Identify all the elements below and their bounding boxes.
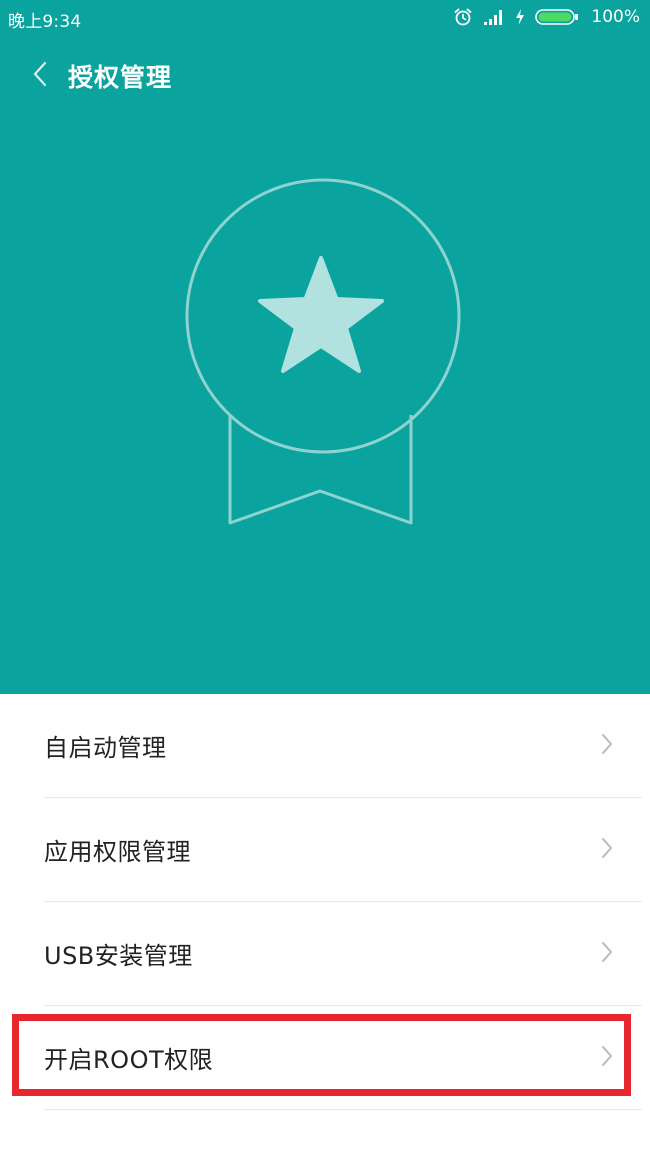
award-medal-star-icon — [180, 175, 470, 539]
list-item-label: 开启ROOT权限 — [44, 1046, 214, 1074]
list-item-label: 应用权限管理 — [44, 838, 191, 866]
back-button[interactable] — [12, 48, 68, 104]
chevron-right-icon — [600, 732, 614, 760]
battery-percent: 100% — [591, 7, 640, 27]
page-title: 授权管理 — [68, 63, 173, 92]
charging-icon — [515, 8, 525, 26]
status-time: 晚上9:34 — [8, 12, 82, 32]
signal-icon — [483, 8, 505, 26]
chevron-right-icon — [600, 940, 614, 968]
list-item-root-permission[interactable]: 开启ROOT权限 — [44, 1006, 642, 1110]
chevron-right-icon — [600, 836, 614, 864]
back-chevron-icon — [31, 60, 49, 92]
battery-icon — [535, 8, 579, 26]
list-item-label: 自启动管理 — [44, 734, 167, 762]
screen: 晚上9:34 100% 授权管理 自启动管理 应用权限管理 USB安装管理 开启… — [0, 0, 650, 1159]
status-icons: 100% — [453, 5, 640, 29]
header-banner: 晚上9:34 100% 授权管理 — [0, 0, 650, 694]
alarm-icon — [453, 7, 473, 27]
settings-list: 自启动管理 应用权限管理 USB安装管理 开启ROOT权限 — [0, 694, 650, 1110]
title-bar: 授权管理 — [0, 48, 650, 104]
list-item-usb-install[interactable]: USB安装管理 — [44, 902, 642, 1006]
list-item-app-permissions[interactable]: 应用权限管理 — [44, 798, 642, 902]
chevron-right-icon — [600, 1044, 614, 1072]
list-item-label: USB安装管理 — [44, 942, 193, 970]
status-bar: 晚上9:34 100% — [0, 0, 650, 36]
list-item-autostart[interactable]: 自启动管理 — [44, 694, 642, 798]
